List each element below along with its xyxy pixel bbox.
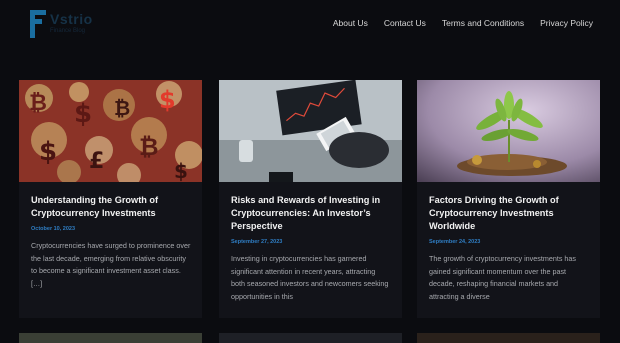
svg-text:$: $ <box>74 99 92 129</box>
svg-text:₿: ₿ <box>114 96 130 120</box>
post-date[interactable]: September 24, 2023 <box>429 239 589 245</box>
logo-wordmark: Vstrio <box>50 11 93 27</box>
svg-text:₿: ₿ <box>29 91 47 116</box>
post-title[interactable]: Understanding the Growth of Cryptocurren… <box>31 194 191 220</box>
post-card: Risks and Rewards of Investing in Crypto… <box>219 80 402 318</box>
post-card: ₿ $ ₿ $ $ £ ₿ $ Understanding the Growth… <box>19 80 202 318</box>
post-title[interactable]: Factors Driving the Growth of Cryptocurr… <box>429 194 589 233</box>
nav-contact-us[interactable]: Contact Us <box>384 18 426 28</box>
post-date[interactable]: September 27, 2023 <box>231 239 391 245</box>
nav-privacy-policy[interactable]: Privacy Policy <box>540 18 593 28</box>
post-thumbnail-crypto-symbols[interactable]: ₿ $ ₿ $ $ £ ₿ $ <box>19 80 202 182</box>
svg-text:$: $ <box>159 86 176 114</box>
logo-tagline: Finance Blog <box>50 28 86 34</box>
post-card-thumbnail-partial[interactable] <box>19 333 202 343</box>
nav-terms[interactable]: Terms and Conditions <box>442 18 524 28</box>
svg-text:$: $ <box>39 137 57 167</box>
svg-text:$: $ <box>174 159 188 182</box>
nav-about-us[interactable]: About Us <box>333 18 368 28</box>
svg-text:£: £ <box>89 149 104 174</box>
main-nav: About Us Contact Us Terms and Conditions… <box>333 18 593 28</box>
svg-text:₿: ₿ <box>139 133 159 161</box>
post-title[interactable]: Risks and Rewards of Investing in Crypto… <box>231 194 391 233</box>
post-grid: ₿ $ ₿ $ $ £ ₿ $ Understanding the Growth… <box>19 80 601 320</box>
logo-mark-icon <box>30 10 46 38</box>
post-excerpt: Cryptocurrencies have surged to prominen… <box>31 241 191 288</box>
post-thumbnail-trading-phone[interactable] <box>219 80 402 182</box>
site-header: Vstrio Finance Blog About Us Contact Us … <box>0 0 620 50</box>
post-card-thumbnail-partial[interactable] <box>219 333 402 343</box>
post-date[interactable]: October 10, 2023 <box>31 226 191 232</box>
post-card-thumbnail-partial[interactable] <box>417 333 600 343</box>
post-excerpt: Investing in cryptocurrencies has garner… <box>231 254 389 301</box>
post-thumbnail-plant-coins[interactable] <box>417 80 600 182</box>
post-card: Factors Driving the Growth of Cryptocurr… <box>417 80 600 318</box>
post-excerpt: The growth of cryptocurrency investments… <box>429 254 577 301</box>
site-logo[interactable]: Vstrio Finance Blog <box>30 10 120 40</box>
